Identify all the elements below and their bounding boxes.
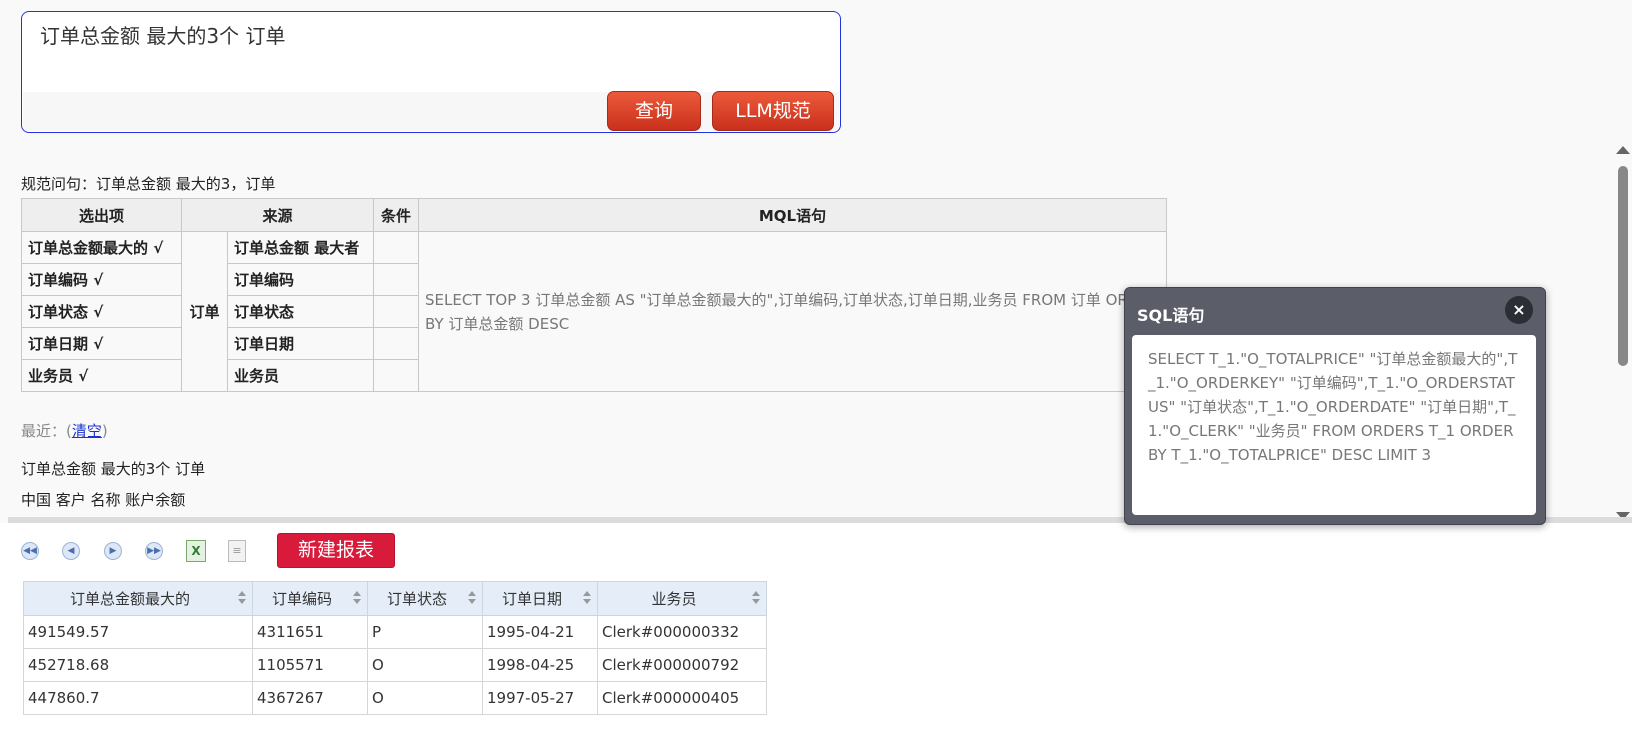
header-select: 选出项: [21, 198, 182, 232]
column-header[interactable]: 业务员: [597, 581, 767, 616]
source-field: 业务员: [227, 359, 374, 392]
scroll-up-arrow-icon[interactable]: [1616, 146, 1630, 154]
cell: Clerk#000000332: [597, 615, 767, 649]
table-row[interactable]: 491549.57 4311651 P 1995-04-21 Clerk#000…: [23, 615, 767, 649]
cell: Clerk#000000405: [597, 681, 767, 715]
cell: 1997-05-27: [482, 681, 598, 715]
new-report-button[interactable]: 新建报表: [277, 533, 395, 568]
history-item[interactable]: 订单总金额 最大的3个 订单: [21, 458, 205, 479]
cell: 491549.57: [23, 615, 253, 649]
column-header-label: 订单日期: [501, 590, 562, 608]
close-icon[interactable]: ×: [1505, 296, 1533, 324]
cell: 4311651: [252, 615, 368, 649]
condition-cell: [373, 295, 419, 328]
cell: 452718.68: [23, 648, 253, 682]
first-page-icon[interactable]: ◀◀: [21, 542, 39, 560]
cell: O: [367, 648, 483, 682]
cell: P: [367, 615, 483, 649]
select-item: 订单日期 √: [21, 327, 182, 360]
recent-prefix: 最近：(: [21, 422, 72, 440]
clear-history-link[interactable]: 清空: [72, 422, 102, 440]
next-page-icon[interactable]: ▶: [104, 542, 122, 560]
cell: 1998-04-25: [482, 648, 598, 682]
popup-title: SQL语句: [1137, 306, 1205, 325]
prev-page-icon[interactable]: ◀: [62, 542, 80, 560]
recent-label: 最近：(清空): [21, 420, 108, 441]
mql-table: 选出项 来源 条件 MQL语句 订单总金额最大的 √ 订单 订单总金额 最大者 …: [21, 198, 1167, 392]
sort-icon[interactable]: [238, 591, 246, 605]
sort-icon[interactable]: [583, 591, 591, 605]
llm-normalize-button[interactable]: LLM规范: [712, 91, 834, 131]
normalized-question: 规范问句：订单总金额 最大的3，订单: [21, 175, 276, 193]
select-item: 订单编码 √: [21, 263, 182, 296]
column-header[interactable]: 订单日期: [482, 581, 598, 616]
document-icon[interactable]: ≡: [228, 540, 246, 562]
cell: 447860.7: [23, 681, 253, 715]
column-header-label: 订单状态: [386, 590, 447, 608]
column-header-label: 订单总金额最大的: [69, 590, 190, 608]
vertical-scrollbar[interactable]: [1612, 140, 1632, 520]
cell: 1995-04-21: [482, 615, 598, 649]
scroll-thumb[interactable]: [1618, 166, 1628, 366]
column-header[interactable]: 订单总金额最大的: [23, 581, 253, 616]
cell: O: [367, 681, 483, 715]
table-row[interactable]: 447860.7 4367267 O 1997-05-27 Clerk#0000…: [23, 681, 767, 715]
column-header-label: 订单编码: [271, 590, 332, 608]
column-header-label: 业务员: [651, 590, 697, 608]
select-item: 业务员 √: [21, 359, 182, 392]
header-mql: MQL语句: [418, 198, 1167, 232]
column-header[interactable]: 订单状态: [367, 581, 483, 616]
condition-cell: [373, 359, 419, 392]
sort-icon[interactable]: [468, 591, 476, 605]
source-entity: 订单: [181, 231, 228, 392]
source-field: 订单状态: [227, 295, 374, 328]
history-item[interactable]: 中国 客户 名称 账户余额: [21, 489, 185, 510]
sql-statement: SELECT T_1."O_TOTALPRICE" "订单总金额最大的",T_1…: [1132, 335, 1536, 515]
header-condition: 条件: [373, 198, 419, 232]
source-field: 订单日期: [227, 327, 374, 360]
cell: Clerk#000000792: [597, 648, 767, 682]
source-field: 订单总金额 最大者: [227, 231, 374, 264]
condition-cell: [373, 327, 419, 360]
query-input[interactable]: 订单总金额 最大的3个 订单: [40, 20, 285, 49]
sort-icon[interactable]: [752, 591, 760, 605]
cell: 1105571: [252, 648, 368, 682]
condition-cell: [373, 231, 419, 264]
condition-cell: [373, 263, 419, 296]
sql-popup: SQL语句 × SELECT T_1."O_TOTALPRICE" "订单总金额…: [1124, 287, 1546, 525]
search-button[interactable]: 查询: [607, 91, 701, 131]
excel-export-icon[interactable]: X: [186, 540, 206, 562]
mql-statement: SELECT TOP 3 订单总金额 AS "订单总金额最大的",订单编码,订单…: [418, 231, 1167, 392]
select-item: 订单状态 √: [21, 295, 182, 328]
sort-icon[interactable]: [353, 591, 361, 605]
recent-suffix: ): [101, 422, 108, 440]
column-header[interactable]: 订单编码: [252, 581, 368, 616]
cell: 4367267: [252, 681, 368, 715]
results-grid: 订单总金额最大的 订单编码 订单状态 订单日期 业务员 491549.57 43…: [23, 581, 767, 715]
header-source: 来源: [181, 198, 374, 232]
select-item: 订单总金额最大的 √: [21, 231, 182, 264]
last-page-icon[interactable]: ▶▶: [145, 542, 163, 560]
source-field: 订单编码: [227, 263, 374, 296]
table-row[interactable]: 452718.68 1105571 O 1998-04-25 Clerk#000…: [23, 648, 767, 682]
